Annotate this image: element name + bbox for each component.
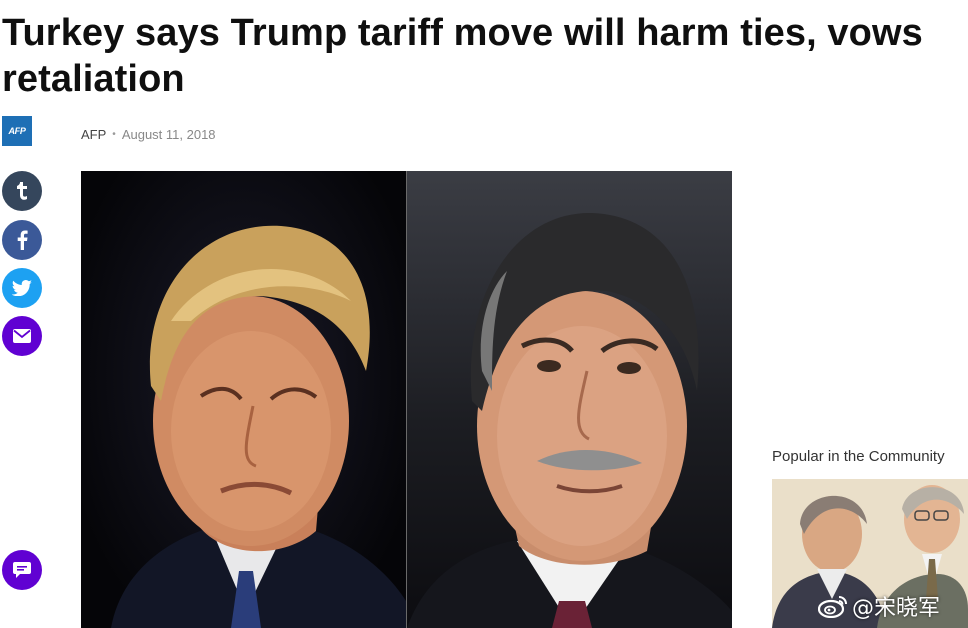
article-hero-image[interactable]	[81, 171, 732, 628]
share-facebook-button[interactable]	[2, 220, 42, 260]
comment-icon	[13, 562, 31, 578]
weibo-watermark: @宋晓军	[818, 590, 940, 622]
share-twitter-button[interactable]	[2, 268, 42, 308]
byline-separator: •	[112, 129, 116, 140]
provider-logo-text: AFP	[8, 126, 26, 136]
provider-name[interactable]: AFP	[81, 127, 106, 142]
portrait-right	[407, 171, 732, 628]
tumblr-icon	[17, 182, 27, 200]
twitter-icon	[12, 280, 32, 296]
watermark-text: @宋晓军	[852, 596, 941, 621]
portrait-left	[81, 171, 406, 628]
provider-logo[interactable]: AFP	[2, 116, 32, 146]
publish-date: August 11, 2018	[121, 127, 216, 142]
mail-icon	[13, 329, 31, 343]
article-headline: Turkey says Trump tariff move will harm …	[2, 12, 923, 100]
weibo-icon	[818, 596, 847, 618]
popular-section-title: Popular in the Community	[772, 448, 945, 465]
comments-button[interactable]	[2, 550, 42, 590]
byline: AFP • August 11, 2018	[81, 127, 216, 142]
share-tumblr-button[interactable]	[2, 171, 42, 211]
facebook-icon	[17, 230, 28, 250]
share-email-button[interactable]	[2, 316, 42, 356]
